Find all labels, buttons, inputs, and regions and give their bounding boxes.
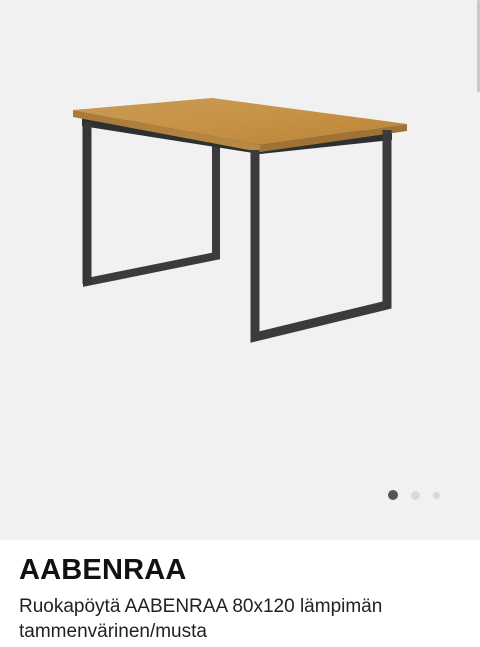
product-info: AABENRAA Ruokapöytä AABENRAA 80x120 lämp…: [19, 548, 464, 644]
product-image-gallery[interactable]: [0, 0, 480, 540]
gallery-pagination: [388, 490, 440, 500]
pagination-dot-2[interactable]: [411, 490, 420, 500]
dining-table-image: [73, 98, 407, 343]
product-title: AABENRAA: [19, 554, 187, 586]
product-page: AABENRAA Ruokapöytä AABENRAA 80x120 lämp…: [0, 0, 480, 647]
pagination-dot-1[interactable]: [388, 490, 398, 500]
product-description: Ruokapöytä AABENRAA 80x120 lämpimän tamm…: [19, 596, 383, 642]
pagination-dot-3[interactable]: [433, 491, 440, 499]
